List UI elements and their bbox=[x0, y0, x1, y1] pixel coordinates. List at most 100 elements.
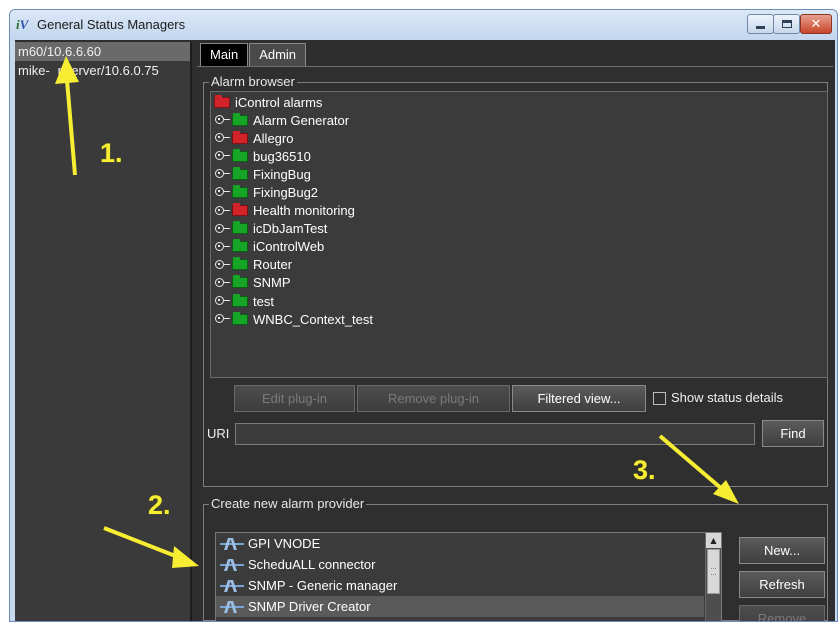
expand-toggle-icon[interactable] bbox=[215, 114, 230, 126]
expand-toggle-icon[interactable] bbox=[215, 295, 230, 307]
window-client: m60/10.6.6.60 mike- pserver/10.6.0.75 Ma… bbox=[15, 40, 835, 621]
step-1-annotation: 1. bbox=[100, 138, 123, 168]
open-folder-icon bbox=[214, 95, 230, 108]
provider-scrollbar[interactable]: ▲ ▼ bbox=[705, 533, 721, 621]
close-button[interactable]: ✕ bbox=[800, 14, 832, 34]
window-title: General Status Managers bbox=[37, 17, 186, 32]
tree-node-label: FixingBug2 bbox=[253, 184, 319, 200]
tree-node-label: Alarm Generator bbox=[253, 112, 350, 128]
provider-row[interactable]: GPI VNODE bbox=[216, 533, 704, 554]
maximize-button[interactable] bbox=[773, 14, 800, 34]
tree-node[interactable]: SNMP bbox=[215, 274, 291, 292]
expand-toggle-icon[interactable] bbox=[215, 223, 230, 235]
expand-toggle-icon[interactable] bbox=[215, 132, 230, 144]
tree-node[interactable]: Router bbox=[215, 256, 292, 274]
tree-node[interactable]: bug36510 bbox=[215, 147, 311, 165]
maximize-icon bbox=[781, 20, 792, 28]
plugin-icon bbox=[220, 579, 244, 592]
folder-icon bbox=[232, 112, 248, 126]
expand-toggle-icon[interactable] bbox=[215, 259, 230, 271]
provider-row[interactable]: ScheduALL connector bbox=[216, 554, 704, 575]
tree-node-label: FixingBug bbox=[253, 166, 311, 182]
tree-node[interactable]: WNBC_Context_test bbox=[215, 310, 373, 328]
folder-icon bbox=[232, 184, 248, 198]
tab-main[interactable]: Main bbox=[200, 43, 249, 66]
minimize-button[interactable] bbox=[747, 14, 774, 34]
folder-icon bbox=[232, 166, 248, 180]
tree-node-label: WNBC_Context_test bbox=[253, 311, 373, 327]
expand-toggle-icon[interactable] bbox=[215, 150, 230, 162]
uri-label: URI bbox=[207, 426, 230, 441]
remove-provider-button[interactable]: Remove bbox=[739, 605, 825, 621]
alarm-browser-group: Alarm browser iControl alarms Alarm Gene… bbox=[203, 74, 828, 487]
tree-node[interactable]: FixingBug2 bbox=[215, 183, 318, 201]
folder-icon bbox=[232, 148, 248, 162]
manager-item-m60[interactable]: m60/10.6.6.60 bbox=[15, 42, 190, 61]
find-button[interactable]: Find bbox=[762, 420, 824, 447]
new-provider-button[interactable]: New... bbox=[739, 537, 825, 564]
expand-toggle-icon[interactable] bbox=[215, 205, 230, 217]
tab-bar: Main Admin bbox=[200, 43, 307, 66]
tree-node-label: icDbJamTest bbox=[253, 221, 328, 237]
tree-node-label: Health monitoring bbox=[253, 203, 355, 218]
tree-node[interactable]: Health monitoring bbox=[215, 202, 355, 220]
folder-icon bbox=[232, 221, 248, 235]
alarm-browser-title: Alarm browser bbox=[209, 74, 297, 90]
expand-toggle-icon[interactable] bbox=[215, 241, 230, 253]
folder-icon bbox=[232, 311, 248, 325]
tree-node-label: SNMP bbox=[253, 275, 291, 291]
provider-label: SNMP - Generic manager bbox=[248, 578, 398, 593]
tree-node-label: bug36510 bbox=[253, 148, 311, 164]
tree-node[interactable]: Alarm Generator bbox=[215, 111, 349, 129]
folder-icon bbox=[232, 257, 248, 271]
folder-icon bbox=[232, 239, 248, 253]
plugin-icon bbox=[220, 558, 244, 571]
manager-item-mike-pserver[interactable]: mike- pserver/10.6.0.75 bbox=[15, 61, 190, 80]
app-logo-icon: iV bbox=[16, 17, 29, 32]
plugin-icon bbox=[220, 537, 244, 550]
folder-icon bbox=[232, 275, 248, 289]
expand-toggle-icon[interactable] bbox=[215, 168, 230, 180]
alarm-tree[interactable]: iControl alarms Alarm Generator Allegro bu… bbox=[210, 91, 828, 378]
step-2-annotation: 2. bbox=[148, 490, 171, 520]
expand-toggle-icon[interactable] bbox=[215, 277, 230, 289]
main-panel: Alarm browser iControl alarms Alarm Gene… bbox=[197, 66, 833, 621]
scroll-up-icon[interactable]: ▲ bbox=[706, 533, 721, 548]
filtered-view-button[interactable]: Filtered view... bbox=[512, 385, 646, 412]
tree-node[interactable]: Allegro bbox=[215, 129, 293, 147]
title-bar[interactable]: iV General Status Managers ✕ bbox=[10, 10, 837, 40]
provider-row[interactable]: SNMP Driver Creator bbox=[216, 596, 704, 617]
tree-node[interactable]: iControlWeb bbox=[215, 238, 324, 256]
uri-input[interactable] bbox=[235, 423, 755, 445]
folder-icon bbox=[232, 293, 248, 307]
tree-node-label: Router bbox=[253, 257, 293, 273]
tab-admin[interactable]: Admin bbox=[249, 43, 307, 66]
tree-node[interactable]: test bbox=[215, 292, 274, 310]
tree-node[interactable]: FixingBug bbox=[215, 165, 311, 183]
provider-row-list: GPI VNODE ScheduALL connector SNMP - Gener… bbox=[216, 533, 721, 621]
tree-root-label: iControl alarms bbox=[235, 95, 323, 110]
remove-plugin-button[interactable]: Remove plug-in bbox=[357, 385, 510, 412]
tree-node-label: Allegro bbox=[253, 130, 294, 146]
tree-root[interactable]: iControl alarms bbox=[213, 93, 322, 112]
expand-toggle-icon[interactable] bbox=[215, 313, 230, 325]
edit-plugin-button[interactable]: Edit plug-in bbox=[234, 385, 355, 412]
folder-icon bbox=[232, 130, 248, 144]
provider-label: GPI VNODE bbox=[248, 536, 321, 551]
tree-node-label: test bbox=[253, 293, 274, 309]
provider-label: ScheduALL connector bbox=[248, 557, 376, 572]
scroll-thumb[interactable] bbox=[707, 549, 720, 594]
provider-row[interactable]: SNMP - Generic manager bbox=[216, 575, 704, 596]
plugin-icon bbox=[220, 600, 244, 613]
minimize-icon bbox=[756, 26, 765, 29]
folder-icon bbox=[232, 203, 248, 216]
provider-label: SNMP Driver Creator bbox=[248, 599, 371, 614]
refresh-button[interactable]: Refresh bbox=[739, 571, 825, 598]
app-window: iV General Status Managers ✕ m60/10.6.6.… bbox=[9, 9, 838, 622]
expand-toggle-icon[interactable] bbox=[215, 186, 230, 198]
provider-list[interactable]: GPI VNODE ScheduALL connector SNMP - Gener… bbox=[215, 532, 722, 621]
show-status-details-checkbox[interactable] bbox=[653, 392, 666, 405]
tree-node[interactable]: icDbJamTest bbox=[215, 220, 327, 238]
provider-row[interactable]: SNMP RFC1213 bbox=[216, 617, 704, 621]
close-icon: ✕ bbox=[810, 16, 822, 32]
